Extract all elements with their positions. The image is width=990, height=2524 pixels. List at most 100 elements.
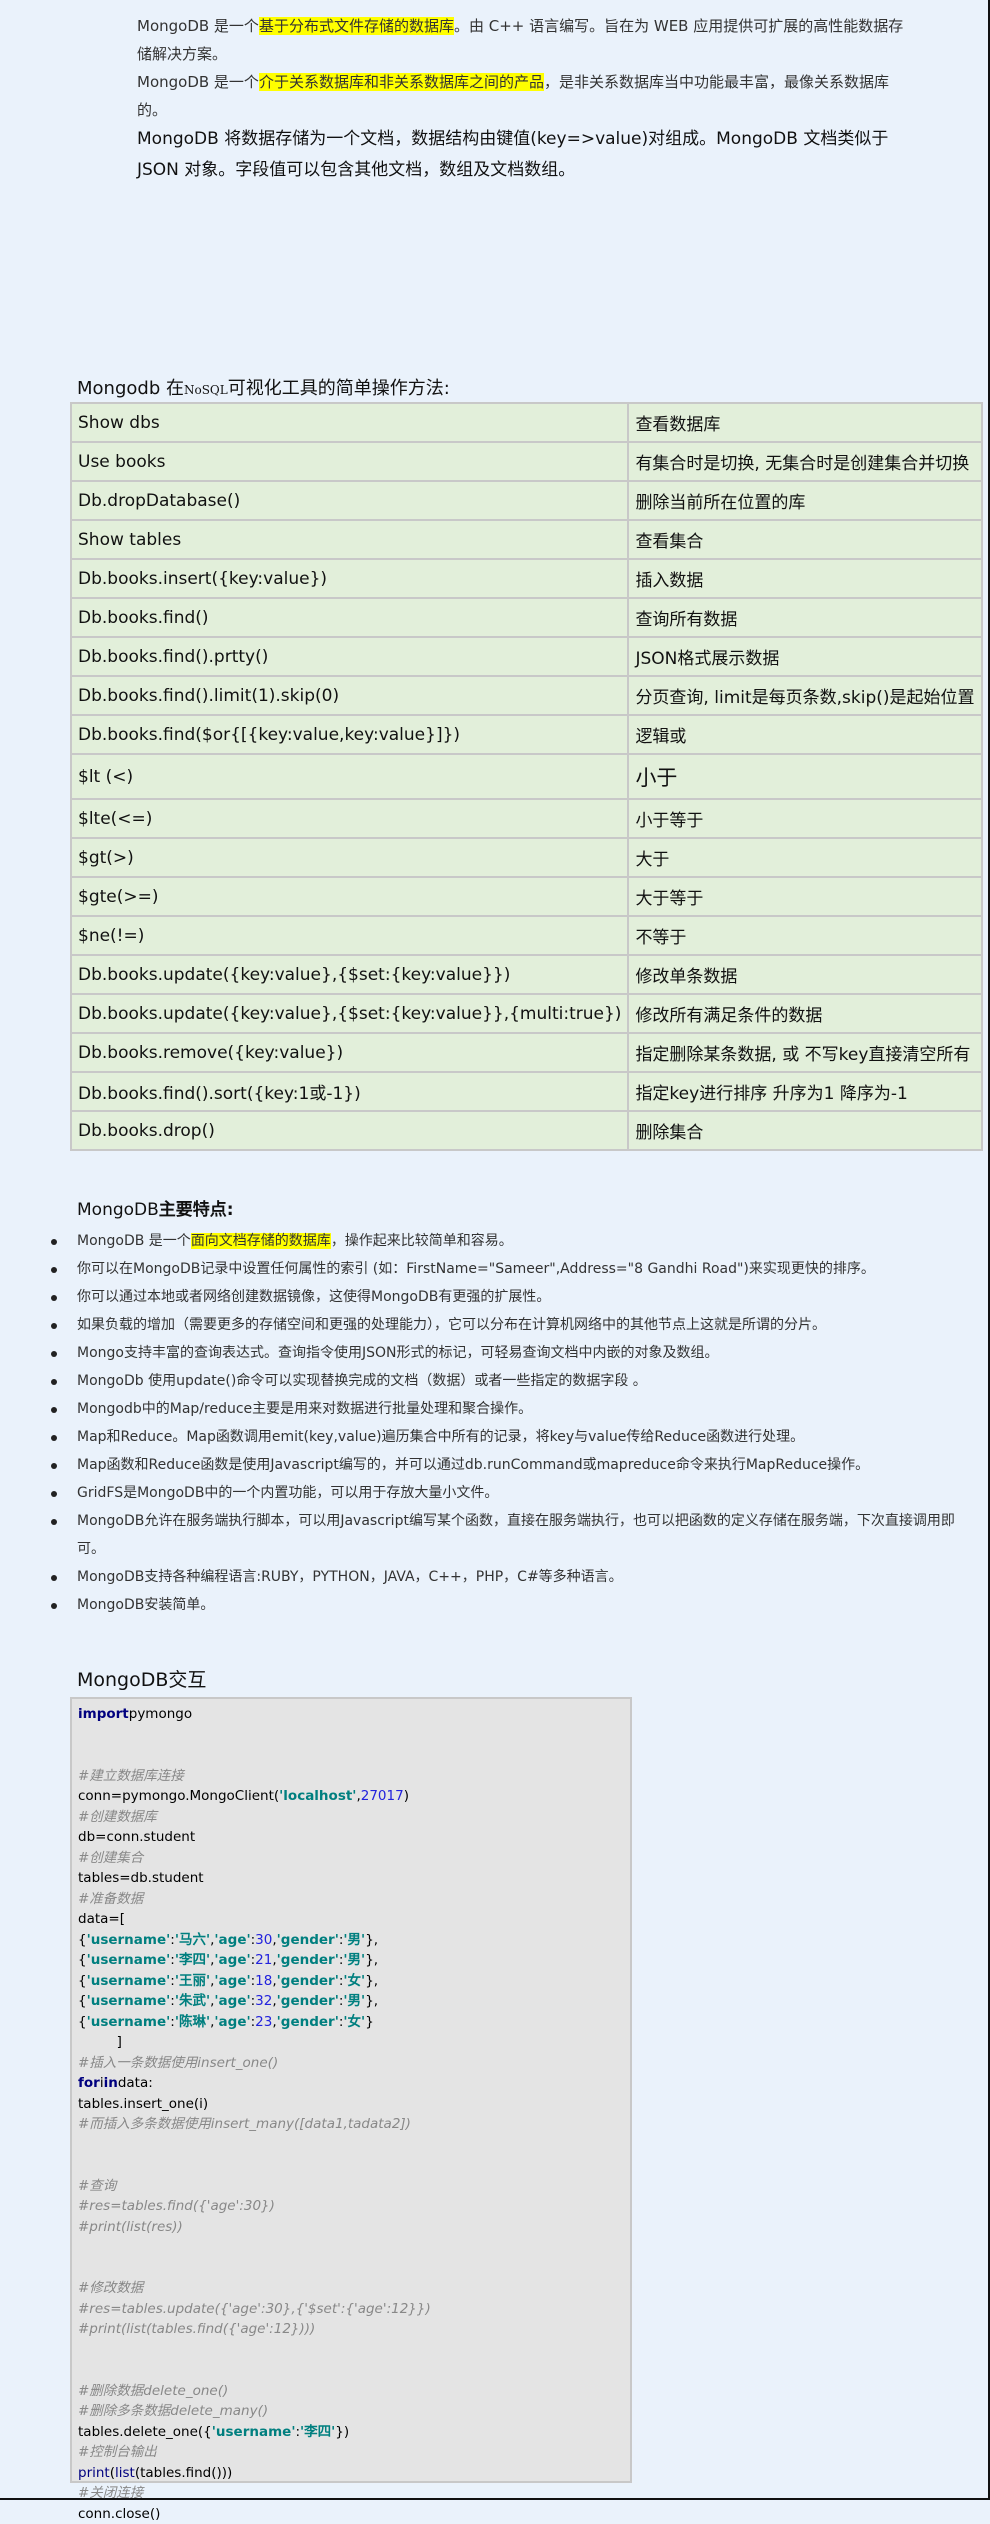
command-cell: $ne(!=) [71,916,628,955]
description-cell: 指定key进行排序 升序为1 降序为-1 [628,1072,981,1111]
text: Mongodb 在 [77,378,184,399]
command-cell: Db.dropDatabase() [71,481,628,520]
code-token: 32 [255,1993,272,2009]
code-token: tables=db.student [78,1870,204,1886]
code-token: 21 [255,1952,272,1968]
table-row: Db.books.remove({key:value})指定删除某条数据, 或 … [71,1033,982,1072]
code-line: conn.close() [78,2504,624,2524]
code-token: }, [365,1993,378,2009]
code-token: '男' [343,1952,365,1968]
command-cell: Show tables [71,520,628,559]
code-line: #删除多条数据delete_many() [78,2401,624,2422]
command-cell: Db.books.find() [71,598,628,637]
code-token: #删除数据delete_one() [78,2383,228,2399]
table-row: Db.dropDatabase()删除当前所在位置的库 [71,481,982,520]
code-line: #删除数据delete_one() [78,2381,624,2402]
command-cell: Db.books.find().sort({key:1或-1}) [71,1072,628,1111]
code-token: 'gender' [277,2014,339,2030]
code-token: print [78,2465,110,2481]
code-token: tables.delete_one({ [78,2424,212,2440]
code-line: #res=tables.find({'age':30}) [78,2196,624,2217]
code-line: ] [78,2032,624,2053]
code-token: }) [335,2424,349,2440]
intro-section: MongoDB 是一个基于分布式文件存储的数据库。由 C++ 语言编写。旨在为 … [137,12,917,186]
code-line: data=[ [78,1909,624,1930]
code-token: }, [365,1932,378,1948]
table-row: Db.books.insert({key:value})插入数据 [71,559,982,598]
code-token: 'username' [87,1973,171,1989]
code-token: { [78,2014,87,2030]
text: MongoDB 是一个 [77,1233,191,1249]
command-cell: Db.books.find($or{[{key:value,key:value}… [71,715,628,754]
code-line: {'username':'马六','age':30,'gender':'男'}, [78,1930,624,1951]
code-token: 'age' [214,1993,250,2009]
code-token: '女' [343,2014,365,2030]
text: 主要特点: [159,1200,234,1220]
code-line: #print(list(res)) [78,2217,624,2238]
code-token: 23 [255,2014,272,2030]
code-token: '王丽' [175,1973,210,1989]
code-line: #建立数据库连接 [78,1766,624,1787]
code-token: 'username' [212,2424,296,2440]
code-token: #插入一条数据使用insert_one() [78,2055,278,2071]
code-line [78,2135,624,2156]
code-token: '陈琳' [175,2014,210,2030]
description-cell: 小于等于 [628,799,981,838]
code-line: #修改数据 [78,2278,624,2299]
table-row: $ne(!=)不等于 [71,916,982,955]
list-item: GridFS是MongoDB中的一个内置功能，可以用于存放大量小文件。 [40,1479,980,1507]
code-token: conn=pymongo.MongoClient( [78,1788,279,1804]
code-token: pymongo [129,1706,192,1722]
table-row: Show dbs查看数据库 [71,403,982,442]
code-token: 30 [255,1932,272,1948]
code-token: in [104,2075,118,2091]
code-block: importpymongo#建立数据库连接conn=pymongo.MongoC… [70,1697,632,2483]
commands-heading: Mongodb 在NoSQL可视化工具的简单操作方法: [77,374,450,400]
code-token: #创建集合 [78,1850,143,1866]
description-cell: 删除当前所在位置的库 [628,481,981,520]
code-token: #删除多条数据delete_many() [78,2403,268,2419]
code-token: 27017 [361,1788,404,1804]
code-line: #创建数据库 [78,1807,624,1828]
code-line: #res=tables.update({'age':30},{'$set':{'… [78,2299,624,2320]
code-line [78,2340,624,2361]
code-token: 'username' [87,1952,171,1968]
description-cell: 逻辑或 [628,715,981,754]
code-line [78,1725,624,1746]
table-row: Db.books.find()查询所有数据 [71,598,982,637]
code-token: 'gender' [277,1952,339,1968]
code-token: conn.close() [78,2506,160,2522]
table-row: Db.books.find().prtty()JSON格式展示数据 [71,637,982,676]
code-token: data: [118,2075,153,2091]
command-cell: Use books [71,442,628,481]
code-token: ] [78,2034,122,2050]
highlighted-text: 面向文档存储的数据库 [191,1233,331,1249]
code-token: #res=tables.update({'age':30},{'$set':{'… [78,2301,431,2317]
code-token: data=[ [78,1911,125,1927]
highlighted-text: 介于关系数据库和非关系数据库之间的产品 [259,73,544,91]
code-token: 'gender' [277,1993,339,2009]
description-cell: 有集合时是切换, 无集合时是创建集合并切换 [628,442,981,481]
table-row: Db.books.update({key:value},{$set:{key:v… [71,955,982,994]
description-cell: 插入数据 [628,559,981,598]
intro-paragraph-3: MongoDB 将数据存储为一个文档，数据结构由键值(key=>value)对组… [137,124,917,186]
command-cell: Db.books.drop() [71,1111,628,1150]
table-row: Db.books.find().sort({key:1或-1})指定key进行排… [71,1072,982,1111]
code-token: #print(list(res)) [78,2219,183,2235]
intro-paragraph-2: MongoDB 是一个介于关系数据库和非关系数据库之间的产品，是非关系数据库当中… [137,68,917,124]
list-item: MongoDB支持各种编程语言:RUBY，PYTHON，JAVA，C++，PHP… [40,1563,980,1591]
code-token: for [78,2075,100,2091]
command-cell: Db.books.find().prtty() [71,637,628,676]
description-cell: 查看数据库 [628,403,981,442]
list-item: 你可以在MongoDB记录中设置任何属性的索引 (如：FirstName="Sa… [40,1255,980,1283]
commands-table: Show dbs查看数据库Use books有集合时是切换, 无集合时是创建集合… [70,402,983,1151]
code-token: '朱武' [175,1993,210,2009]
features-list: MongoDB 是一个面向文档存储的数据库，操作起来比较简单和容易。 你可以在M… [40,1227,980,1619]
list-item: Map函数和Reduce函数是使用Javascript编写的，并可以通过db.r… [40,1451,980,1479]
text: MongoDB 是一个 [137,73,259,91]
code-line: {'username':'王丽','age':18,'gender':'女'}, [78,1971,624,1992]
code-token: 'username' [87,1993,171,2009]
code-token: 'username' [87,1932,171,1948]
text: MongoDB 是一个 [137,17,259,35]
code-token: #查询 [78,2178,116,2194]
